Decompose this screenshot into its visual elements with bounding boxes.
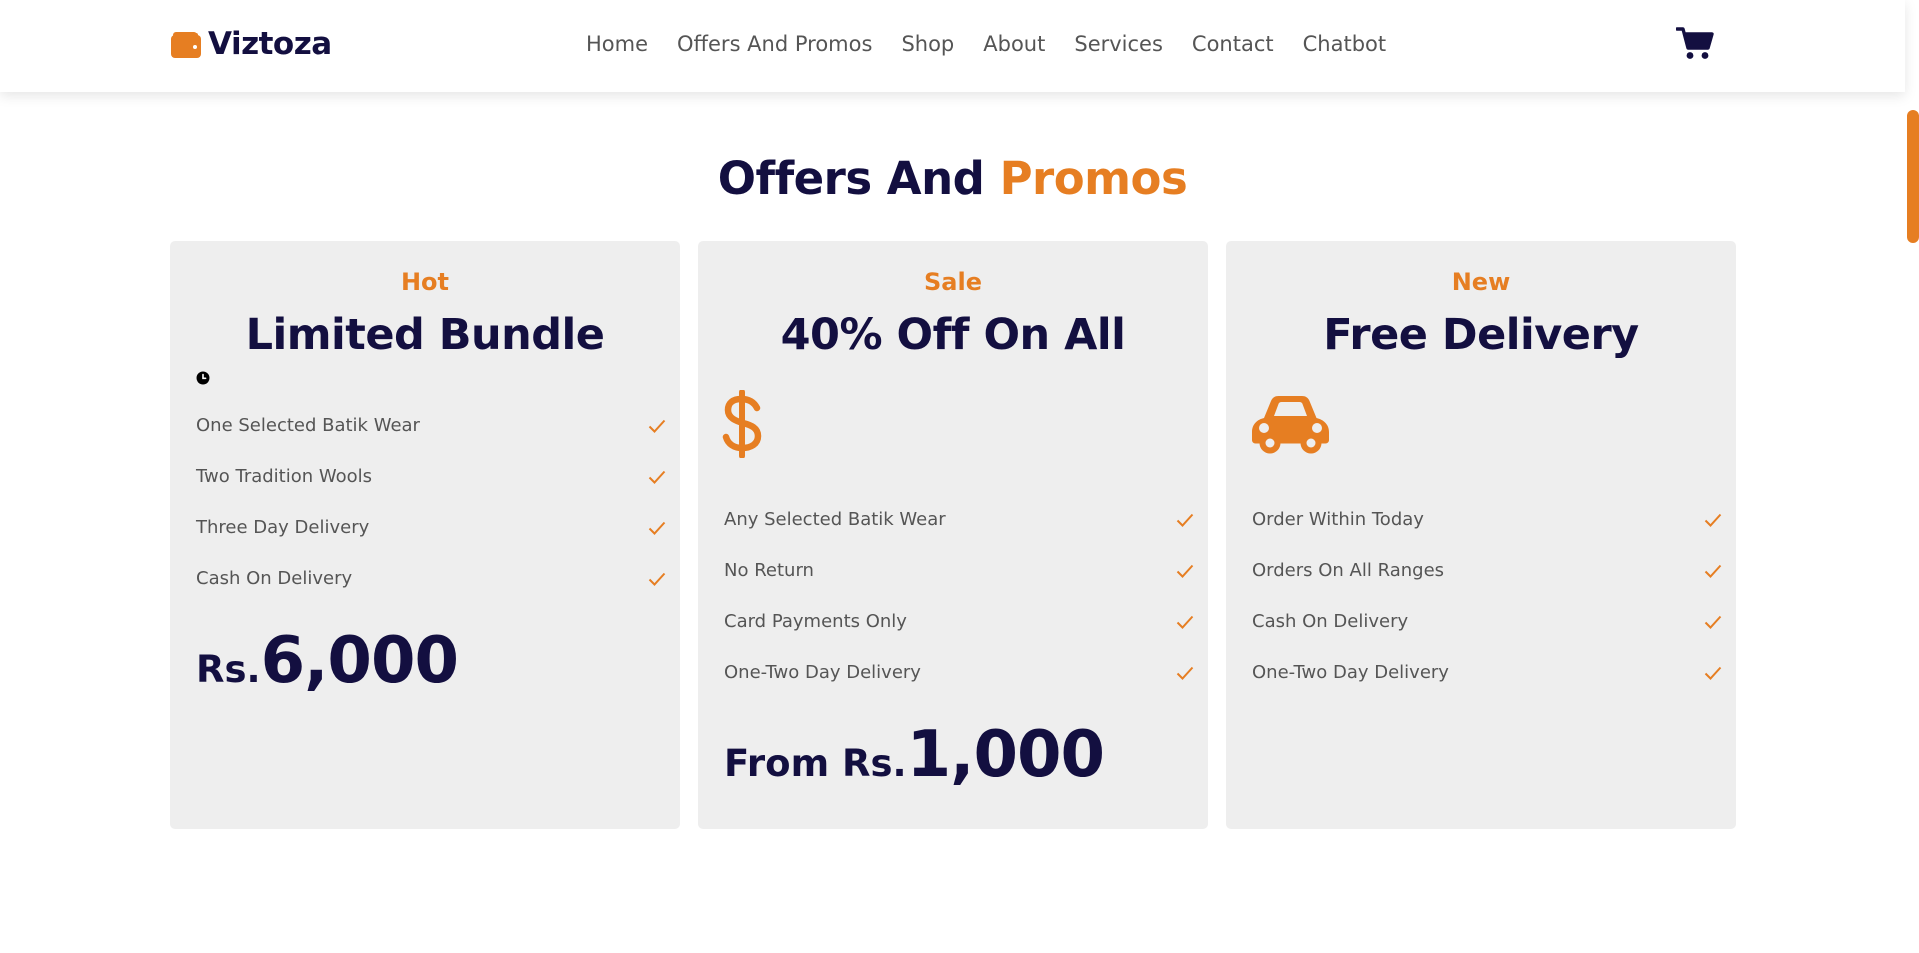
check-icon xyxy=(648,521,666,535)
list-item: Two Tradition Wools xyxy=(196,451,666,502)
list-item: Any Selected Batik Wear xyxy=(724,494,1194,545)
scrollbar-thumb[interactable] xyxy=(1907,110,1919,243)
check-icon xyxy=(1176,615,1194,629)
card-tag: New xyxy=(1451,268,1511,296)
price-amount: 1,000 xyxy=(906,718,1105,792)
logo-text: Viztoza xyxy=(208,26,332,62)
feature-text: Two Tradition Wools xyxy=(196,466,373,487)
card-tag: Sale xyxy=(924,268,982,296)
card-heading: Free Delivery xyxy=(1323,310,1639,360)
site-header: Viztoza Home Offers And Promos Shop Abou… xyxy=(0,0,1905,92)
price-amount: 6,000 xyxy=(260,624,459,698)
section-title: Offers And Promos xyxy=(0,152,1905,205)
section-title-accent: Promos xyxy=(999,152,1188,205)
nav-contact[interactable]: Contact xyxy=(1192,32,1274,56)
check-icon xyxy=(1176,513,1194,527)
feature-text: One-Two Day Delivery xyxy=(1252,662,1449,683)
feature-list: Any Selected Batik Wear No Return Card P… xyxy=(724,494,1194,698)
feature-text: Card Payments Only xyxy=(724,611,907,632)
feature-text: Orders On All Ranges xyxy=(1252,560,1445,581)
feature-list: Order Within Today Orders On All Ranges … xyxy=(1252,494,1722,698)
shopping-cart-icon[interactable] xyxy=(1675,26,1714,60)
feature-text: No Return xyxy=(724,560,814,581)
price: From Rs.1,000 xyxy=(724,718,1105,792)
price-prefix: From Rs. xyxy=(724,742,907,785)
card-heading: Limited Bundle xyxy=(245,310,605,360)
list-item: Cash On Delivery xyxy=(196,553,666,604)
check-icon xyxy=(1176,666,1194,680)
feature-text: Cash On Delivery xyxy=(196,568,353,589)
list-item: Order Within Today xyxy=(1252,494,1722,545)
list-item: One Selected Batik Wear xyxy=(196,400,666,451)
check-icon xyxy=(1176,564,1194,578)
card-tag: Hot xyxy=(400,268,450,296)
price-prefix: Rs. xyxy=(196,648,261,691)
main-nav: Home Offers And Promos Shop About Servic… xyxy=(586,28,1386,60)
feature-text: Order Within Today xyxy=(1252,509,1424,530)
nav-about[interactable]: About xyxy=(983,32,1045,56)
check-icon xyxy=(1704,513,1722,527)
dollar-icon xyxy=(722,389,764,462)
feature-list: One Selected Batik Wear Two Tradition Wo… xyxy=(196,400,666,604)
check-icon xyxy=(648,470,666,484)
list-item: Card Payments Only xyxy=(724,596,1194,647)
list-item: One-Two Day Delivery xyxy=(724,647,1194,698)
nav-services[interactable]: Services xyxy=(1074,32,1163,56)
nav-offers-and-promos[interactable]: Offers And Promos xyxy=(677,32,872,56)
check-icon xyxy=(648,572,666,586)
feature-text: Any Selected Batik Wear xyxy=(724,509,946,530)
list-item: Orders On All Ranges xyxy=(1252,545,1722,596)
list-item: One-Two Day Delivery xyxy=(1252,647,1722,698)
feature-text: One Selected Batik Wear xyxy=(196,415,420,436)
list-item: Cash On Delivery xyxy=(1252,596,1722,647)
check-icon xyxy=(648,419,666,433)
car-icon xyxy=(1250,394,1332,458)
feature-text: Three Day Delivery xyxy=(196,517,370,538)
section-title-main: Offers And xyxy=(717,152,1000,205)
list-item: No Return xyxy=(724,545,1194,596)
nav-shop[interactable]: Shop xyxy=(901,32,954,56)
wallet-icon xyxy=(170,29,202,59)
feature-text: One-Two Day Delivery xyxy=(724,662,921,683)
check-icon xyxy=(1704,666,1722,680)
logo-link[interactable]: Viztoza xyxy=(170,24,332,64)
nav-chatbot[interactable]: Chatbot xyxy=(1303,32,1387,56)
card-heading: 40% Off On All xyxy=(780,310,1126,360)
nav-home[interactable]: Home xyxy=(586,32,648,56)
clock-icon xyxy=(196,370,210,389)
price: Rs.6,000 xyxy=(196,624,459,698)
feature-text: Cash On Delivery xyxy=(1252,611,1409,632)
check-icon xyxy=(1704,564,1722,578)
check-icon xyxy=(1704,615,1722,629)
list-item: Three Day Delivery xyxy=(196,502,666,553)
